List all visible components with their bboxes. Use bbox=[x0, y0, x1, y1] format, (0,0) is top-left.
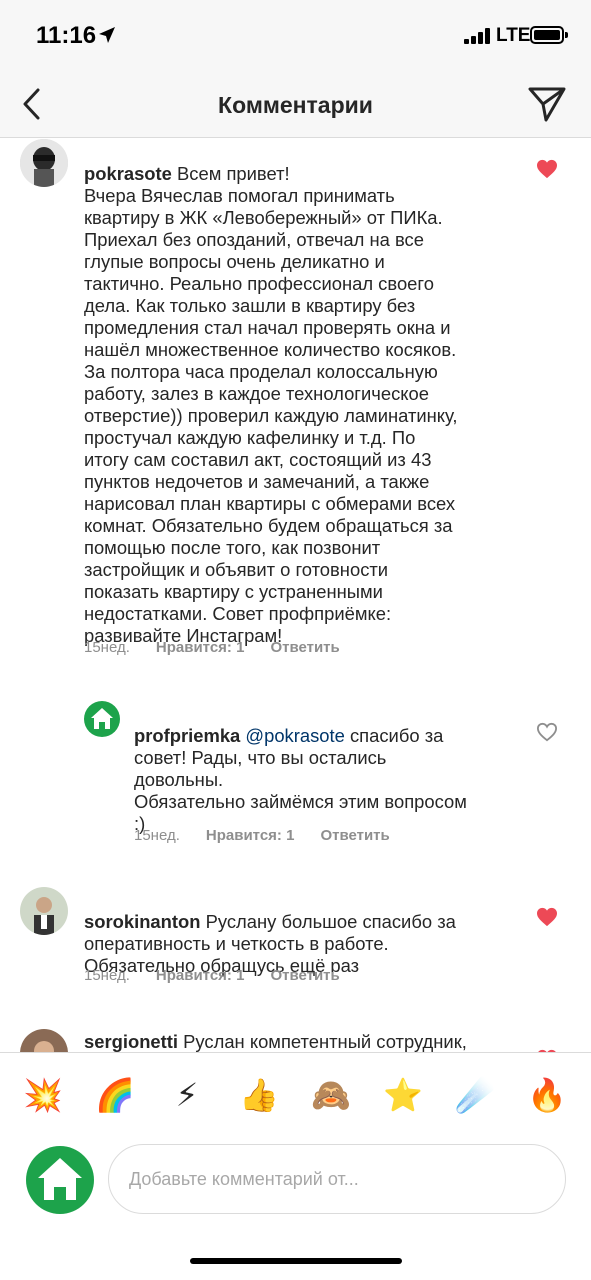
collision-emoji-button[interactable]: 💥 bbox=[21, 1073, 65, 1117]
reply-button[interactable]: Ответить bbox=[270, 967, 339, 984]
comment-likes[interactable]: Нравится: 1 bbox=[206, 827, 295, 844]
location-arrow-icon bbox=[99, 27, 115, 43]
heart-icon[interactable] bbox=[536, 907, 558, 927]
comment-meta: 15нед. Нравится: 1 Ответить bbox=[134, 827, 416, 844]
heart-outline-icon[interactable] bbox=[536, 722, 558, 742]
comment-body: Всем привет! Вчера Вячеслав помогал прин… bbox=[84, 163, 458, 646]
comments-list[interactable]: pokrasote Всем привет! Вчера Вячеслав по… bbox=[0, 139, 591, 1052]
comment-username[interactable]: sergionetti bbox=[84, 1031, 178, 1052]
thumbs-up-emoji-button[interactable]: 👍 bbox=[237, 1073, 281, 1117]
comment-composer: Добавьте комментарий от... bbox=[0, 1140, 591, 1280]
comment-likes[interactable]: Нравится: 1 bbox=[156, 639, 245, 656]
avatar[interactable] bbox=[20, 1029, 68, 1052]
network-type: LTE bbox=[496, 25, 531, 46]
comment-meta: 15нед. Нравится: 1 Ответить bbox=[84, 967, 366, 984]
comment-time: 15нед. bbox=[134, 827, 180, 844]
comment-username[interactable]: pokrasote bbox=[84, 163, 172, 184]
page-title: Комментарии bbox=[218, 92, 373, 118]
comment-item: profpriemka @pokrasote спасибо за совет!… bbox=[0, 699, 591, 859]
fire-emoji-button[interactable]: 🔥 bbox=[525, 1073, 569, 1117]
status-bar: 11:16 LTE bbox=[0, 0, 591, 72]
comment-time: 15нед. bbox=[84, 639, 130, 656]
signal-strength-icon bbox=[464, 28, 492, 44]
home-indicator[interactable] bbox=[190, 1258, 402, 1264]
avatar bbox=[26, 1146, 94, 1214]
battery-icon bbox=[530, 26, 568, 44]
reply-button[interactable]: Ответить bbox=[320, 827, 389, 844]
nav-bar: Комментарии bbox=[0, 72, 591, 138]
rainbow-emoji-button[interactable]: 🌈 bbox=[93, 1073, 137, 1117]
comment-mention[interactable]: @pokrasote bbox=[245, 725, 344, 746]
comment-time: 15нед. bbox=[84, 967, 130, 984]
comment-text: profpriemka @pokrasote спасибо за совет!… bbox=[134, 703, 514, 835]
comet-emoji-button[interactable]: ☄️ bbox=[453, 1073, 497, 1117]
paper-plane-icon[interactable] bbox=[526, 84, 568, 124]
star-emoji-button[interactable]: ⭐ bbox=[381, 1073, 425, 1117]
comment-body: Руслан компетентный сотрудник, bbox=[183, 1031, 467, 1052]
avatar[interactable] bbox=[84, 701, 120, 737]
comment-username[interactable]: profpriemka bbox=[134, 725, 240, 746]
avatar[interactable] bbox=[20, 887, 68, 935]
lightning-emoji-button[interactable]: ⚡ bbox=[165, 1073, 209, 1117]
emoji-bar: 💥 🌈 ⚡ 👍 🙈 ⭐ ☄️ 🔥 bbox=[0, 1052, 591, 1140]
comment-item: sorokinanton Руслану большое спасибо за … bbox=[0, 887, 591, 1007]
comment-item: pokrasote Всем привет! Вчера Вячеслав по… bbox=[0, 139, 591, 679]
comment-text: sergionetti Руслан компетентный сотрудни… bbox=[84, 1031, 524, 1052]
avatar[interactable] bbox=[20, 139, 68, 187]
status-time: 11:16 bbox=[36, 22, 97, 49]
comment-input[interactable]: Добавьте комментарий от... bbox=[108, 1144, 566, 1214]
comment-item: sergionetti Руслан компетентный сотрудни… bbox=[0, 1029, 591, 1052]
comment-username[interactable]: sorokinanton bbox=[84, 911, 200, 932]
heart-icon[interactable] bbox=[536, 159, 558, 179]
see-no-evil-monkey-emoji-button[interactable]: 🙈 bbox=[309, 1073, 353, 1117]
comment-meta: 15нед. Нравится: 1 Ответить bbox=[84, 639, 366, 656]
comment-text: sorokinanton Руслану большое спасибо за … bbox=[84, 889, 504, 977]
comment-text: pokrasote Всем привет! Вчера Вячеслав по… bbox=[84, 141, 504, 647]
comment-likes[interactable]: Нравится: 1 bbox=[156, 967, 245, 984]
reply-button[interactable]: Ответить bbox=[270, 639, 339, 656]
